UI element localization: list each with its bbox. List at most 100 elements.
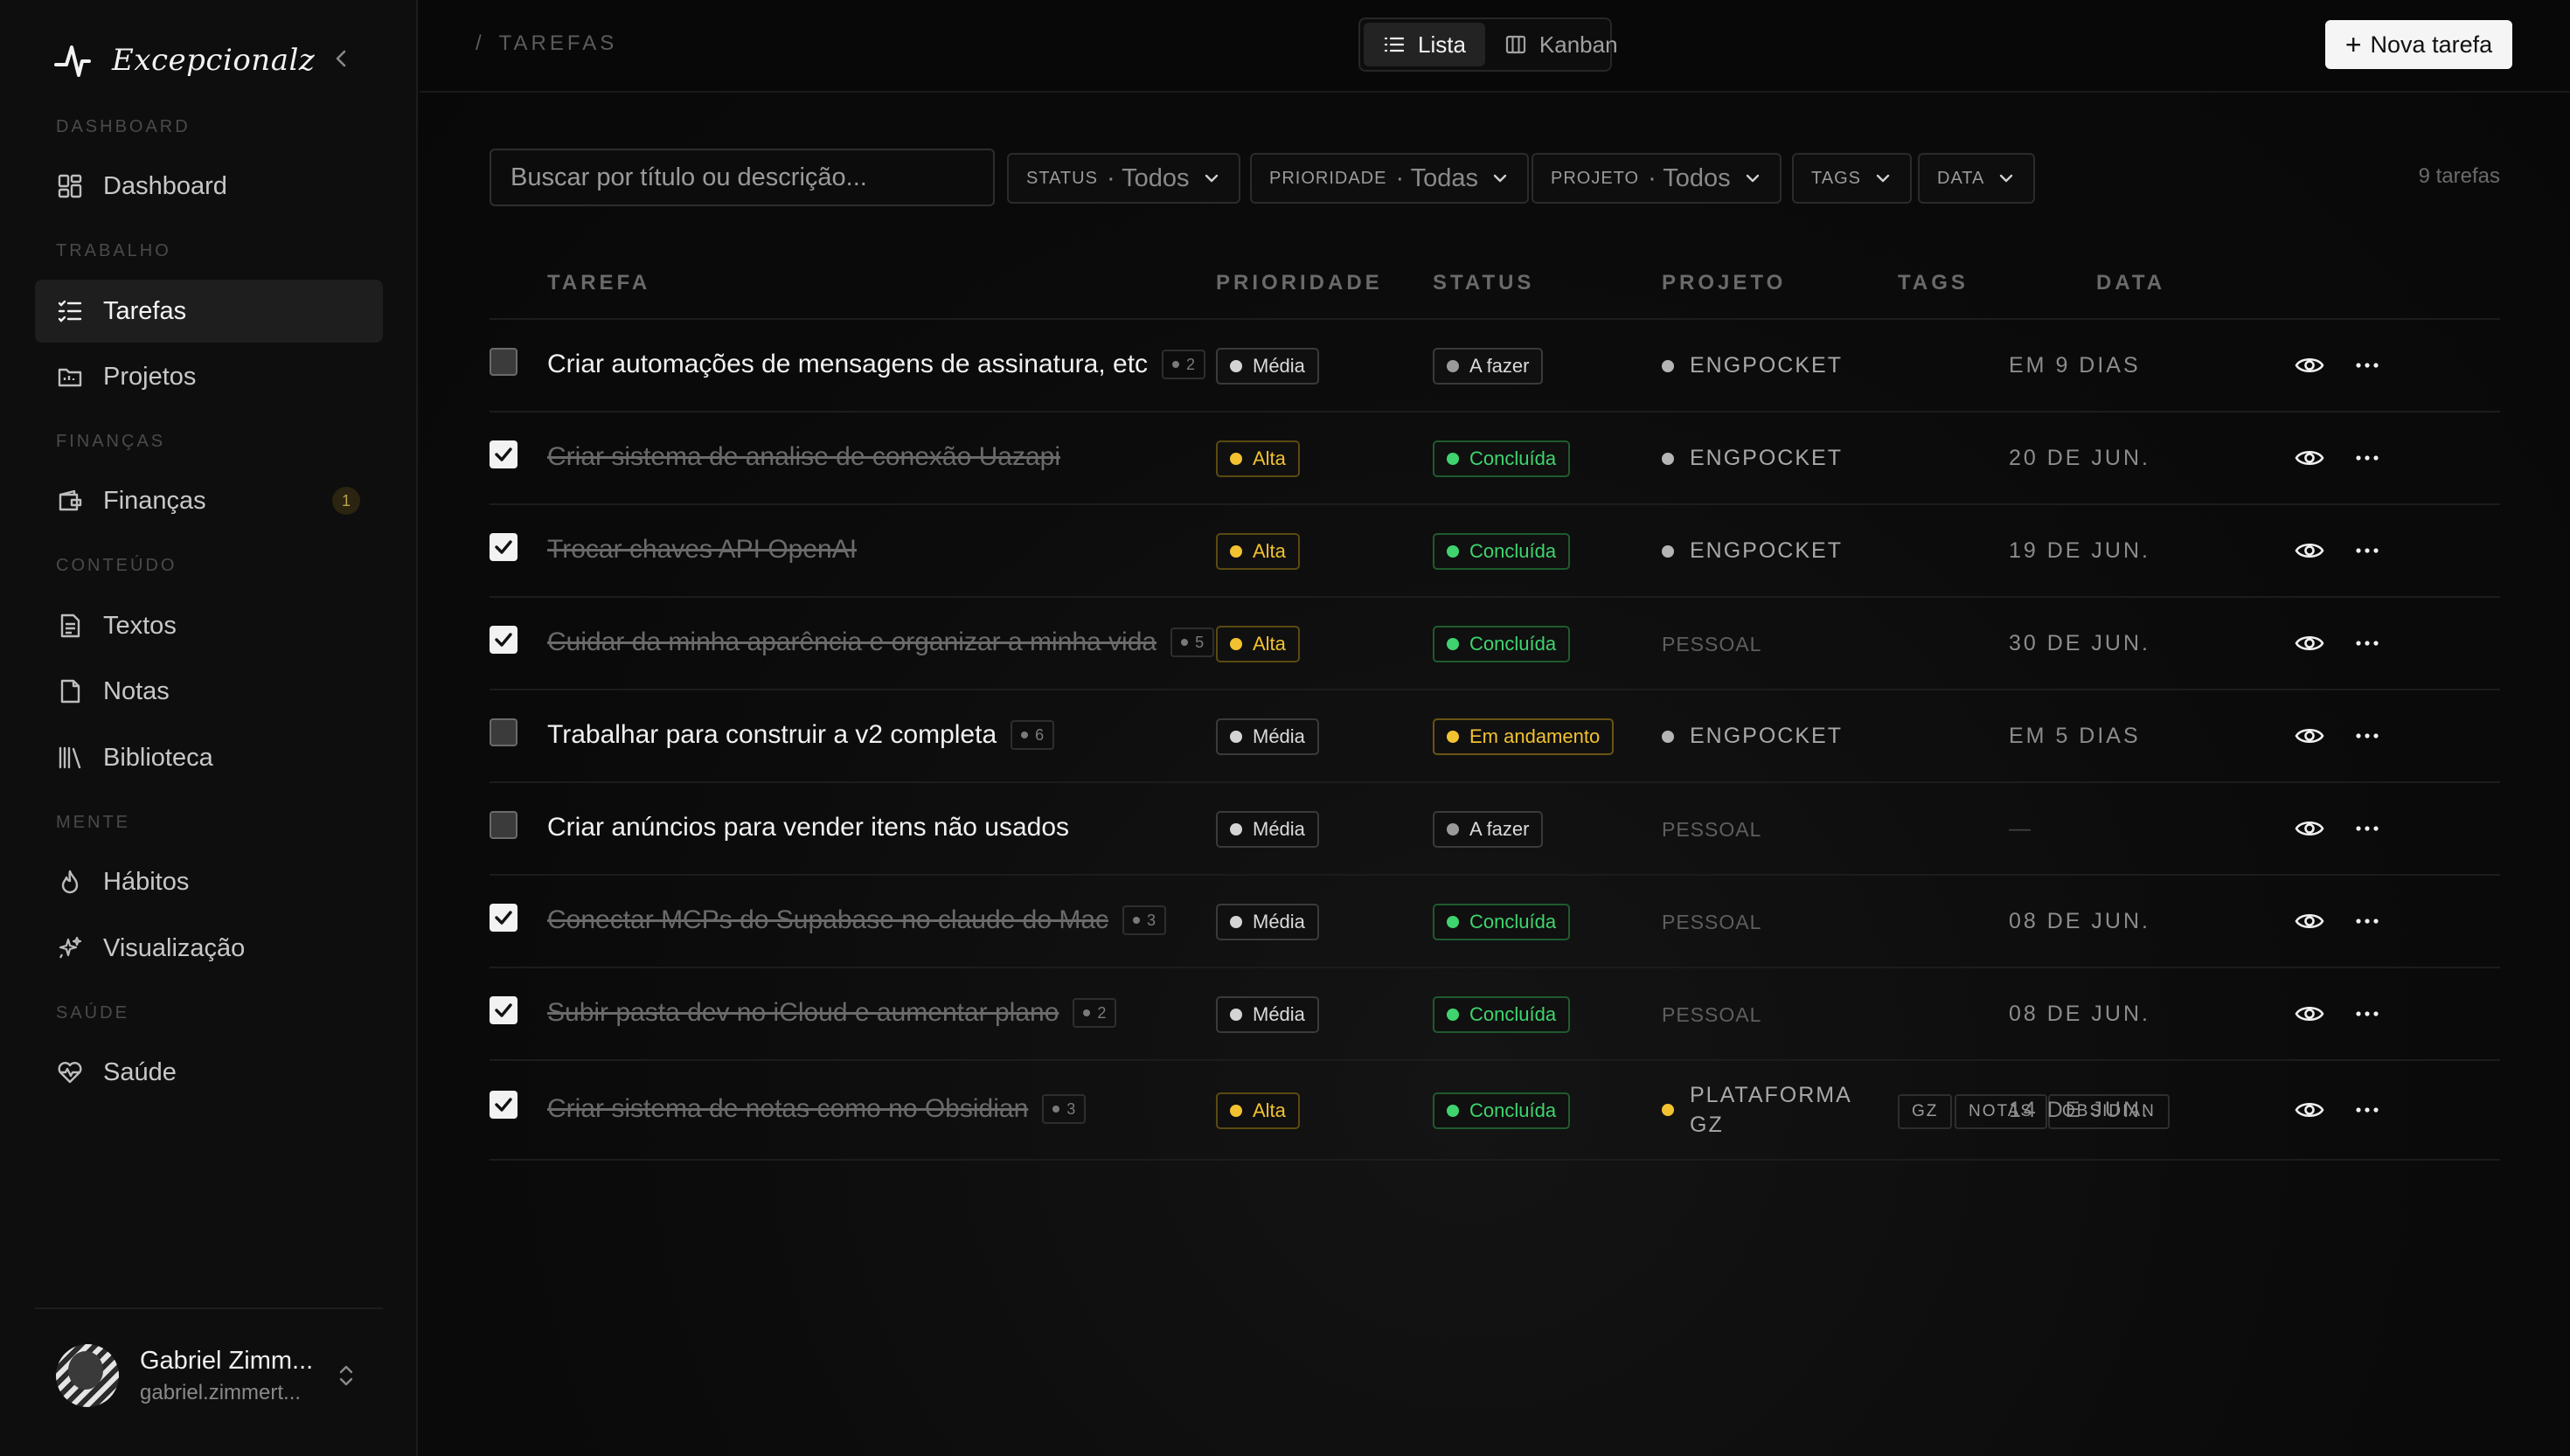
project-name: PESSOAL bbox=[1662, 818, 1762, 841]
table-row[interactable]: Criar sistema de analise de conexão Uaza… bbox=[490, 413, 2500, 505]
more-options-icon[interactable] bbox=[2353, 1000, 2381, 1028]
wallet-icon bbox=[59, 489, 82, 511]
project-filter[interactable]: Projeto · Todos bbox=[1532, 153, 1782, 204]
task-checkbox[interactable] bbox=[490, 996, 517, 1024]
sidebar-item-textos[interactable]: Textos bbox=[35, 594, 383, 657]
priority-badge: Alta bbox=[1216, 440, 1300, 477]
project-name: ENGPOCKET bbox=[1690, 353, 1843, 378]
table-row[interactable]: Trocar chaves API OpenAI Alta Concluída … bbox=[490, 505, 2500, 598]
status-badge[interactable]: Concluída bbox=[1433, 996, 1571, 1033]
more-options-icon[interactable] bbox=[2353, 722, 2381, 750]
more-options-icon[interactable] bbox=[2353, 629, 2381, 657]
view-list-label: Lista bbox=[1418, 31, 1466, 58]
status-badge[interactable]: Concluída bbox=[1433, 533, 1571, 570]
priority-label: Média bbox=[1253, 1003, 1305, 1025]
chevron-down-icon bbox=[1493, 174, 1507, 183]
user-menu[interactable]: Gabriel Zimm... gabriel.zimmert... bbox=[56, 1344, 313, 1407]
eye-icon[interactable] bbox=[2294, 720, 2325, 752]
status-badge[interactable]: Concluída bbox=[1433, 626, 1571, 662]
eye-icon[interactable] bbox=[2294, 905, 2325, 937]
more-options-icon[interactable] bbox=[2353, 351, 2381, 379]
status-badge[interactable]: A fazer bbox=[1433, 348, 1544, 385]
sidebar-item-saude[interactable]: Saúde bbox=[35, 1041, 383, 1104]
tag-chip[interactable]: GZ bbox=[1898, 1094, 1953, 1129]
more-options-icon[interactable] bbox=[2353, 907, 2381, 935]
task-checkbox[interactable] bbox=[490, 904, 517, 932]
divider bbox=[35, 1307, 383, 1309]
brand[interactable]: Excepcionalz bbox=[54, 38, 315, 82]
view-list-button[interactable]: Lista bbox=[1364, 23, 1485, 66]
kanban-icon bbox=[1505, 35, 1526, 54]
task-title-text: Criar automações de mensagens de assinat… bbox=[547, 350, 1149, 378]
more-options-icon[interactable] bbox=[2353, 537, 2381, 565]
table-row[interactable]: Criar anúncios para vender itens não usa… bbox=[490, 783, 2500, 876]
eye-icon[interactable] bbox=[2294, 350, 2325, 381]
sidebar-item-biblioteca[interactable]: Biblioteca bbox=[35, 726, 383, 789]
eye-icon[interactable] bbox=[2294, 998, 2325, 1030]
task-checkbox[interactable] bbox=[490, 440, 517, 468]
table-row[interactable]: Criar sistema de notas como no Obsidian … bbox=[490, 1061, 2500, 1161]
status-badge[interactable]: A fazer bbox=[1433, 811, 1544, 848]
status-badge[interactable]: Em andamento bbox=[1433, 718, 1615, 755]
task-title[interactable]: Criar automações de mensagens de assinat… bbox=[547, 350, 1206, 379]
column-header-project: PROJETO bbox=[1662, 271, 1787, 295]
new-task-button[interactable]: + Nova tarefa bbox=[2325, 20, 2512, 69]
status-badge[interactable]: Concluída bbox=[1433, 440, 1571, 477]
more-options-icon[interactable] bbox=[2353, 815, 2381, 842]
status-badge[interactable]: Concluída bbox=[1433, 1092, 1571, 1129]
task-checkbox[interactable] bbox=[490, 1091, 517, 1119]
table-row[interactable]: Cuidar da minha aparência e organizar a … bbox=[490, 598, 2500, 690]
task-title[interactable]: Criar sistema de analise de conexão Uaza… bbox=[547, 442, 1060, 472]
eye-icon[interactable] bbox=[2294, 627, 2325, 659]
task-title[interactable]: Subir pasta dev no iCloud e aumentar pla… bbox=[547, 998, 1117, 1028]
section-financas: Finanças bbox=[56, 432, 166, 451]
project-name: ENGPOCKET bbox=[1690, 538, 1843, 563]
task-checkbox[interactable] bbox=[490, 718, 517, 746]
sidebar-item-tarefas[interactable]: Tarefas bbox=[35, 280, 383, 343]
table-row[interactable]: Subir pasta dev no iCloud e aumentar pla… bbox=[490, 968, 2500, 1061]
sidebar-item-notas[interactable]: Notas bbox=[35, 660, 383, 723]
table-row[interactable]: Trabalhar para construir a v2 completa 6… bbox=[490, 690, 2500, 783]
task-title[interactable]: Trabalhar para construir a v2 completa 6 bbox=[547, 720, 1055, 750]
sidebar-item-financas[interactable]: Finanças 1 bbox=[35, 469, 383, 532]
more-options-icon[interactable] bbox=[2353, 1096, 2381, 1124]
sidebar-item-projetos[interactable]: Projetos bbox=[35, 345, 383, 408]
task-checkbox[interactable] bbox=[490, 348, 517, 376]
tags-filter[interactable]: Tags bbox=[1792, 153, 1912, 204]
search-input[interactable] bbox=[490, 149, 995, 206]
task-title[interactable]: Criar sistema de notas como no Obsidian … bbox=[547, 1094, 1087, 1124]
sidebar-item-visualizacao[interactable]: Visualização bbox=[35, 917, 383, 980]
priority-badge: Média bbox=[1216, 718, 1319, 755]
sidebar-item-habitos[interactable]: Hábitos bbox=[35, 850, 383, 913]
eye-icon[interactable] bbox=[2294, 813, 2325, 844]
status-label: Concluída bbox=[1469, 633, 1557, 655]
status-label: Em andamento bbox=[1469, 725, 1601, 747]
task-title[interactable]: Trocar chaves API OpenAI bbox=[547, 535, 857, 565]
chevron-up-down-icon[interactable] bbox=[336, 1360, 357, 1391]
checkmark-icon bbox=[495, 633, 512, 647]
view-kanban-button[interactable]: Kanban bbox=[1485, 23, 1637, 66]
table-row[interactable]: Conectar MCPs do Supabase no claude do M… bbox=[490, 876, 2500, 968]
task-checkbox[interactable] bbox=[490, 533, 517, 561]
priority-filter[interactable]: Prioridade · Todas bbox=[1250, 153, 1530, 204]
task-checkbox[interactable] bbox=[490, 626, 517, 654]
eye-icon[interactable] bbox=[2294, 1094, 2325, 1126]
logo-icon bbox=[54, 45, 91, 77]
task-title-text: Criar sistema de analise de conexão Uaza… bbox=[547, 442, 1060, 471]
sidebar-item-label: Textos bbox=[103, 611, 177, 640]
eye-icon[interactable] bbox=[2294, 442, 2325, 474]
table-row[interactable]: Criar automações de mensagens de assinat… bbox=[490, 320, 2500, 413]
task-title[interactable]: Cuidar da minha aparência e organizar a … bbox=[547, 627, 1215, 657]
date-filter[interactable]: Data bbox=[1918, 153, 2036, 204]
more-options-icon[interactable] bbox=[2353, 444, 2381, 472]
sidebar-item-label: Hábitos bbox=[103, 867, 190, 896]
task-title[interactable]: Conectar MCPs do Supabase no claude do M… bbox=[547, 905, 1167, 935]
status-filter[interactable]: Status · Todos bbox=[1007, 153, 1240, 204]
task-checkbox[interactable] bbox=[490, 811, 517, 839]
project-name-line2: GZ bbox=[1690, 1113, 1724, 1137]
collapse-sidebar-icon[interactable] bbox=[330, 45, 351, 72]
eye-icon[interactable] bbox=[2294, 535, 2325, 566]
sidebar-item-dashboard[interactable]: Dashboard bbox=[35, 155, 383, 218]
task-title[interactable]: Criar anúncios para vender itens não usa… bbox=[547, 813, 1069, 842]
status-badge[interactable]: Concluída bbox=[1433, 904, 1571, 940]
